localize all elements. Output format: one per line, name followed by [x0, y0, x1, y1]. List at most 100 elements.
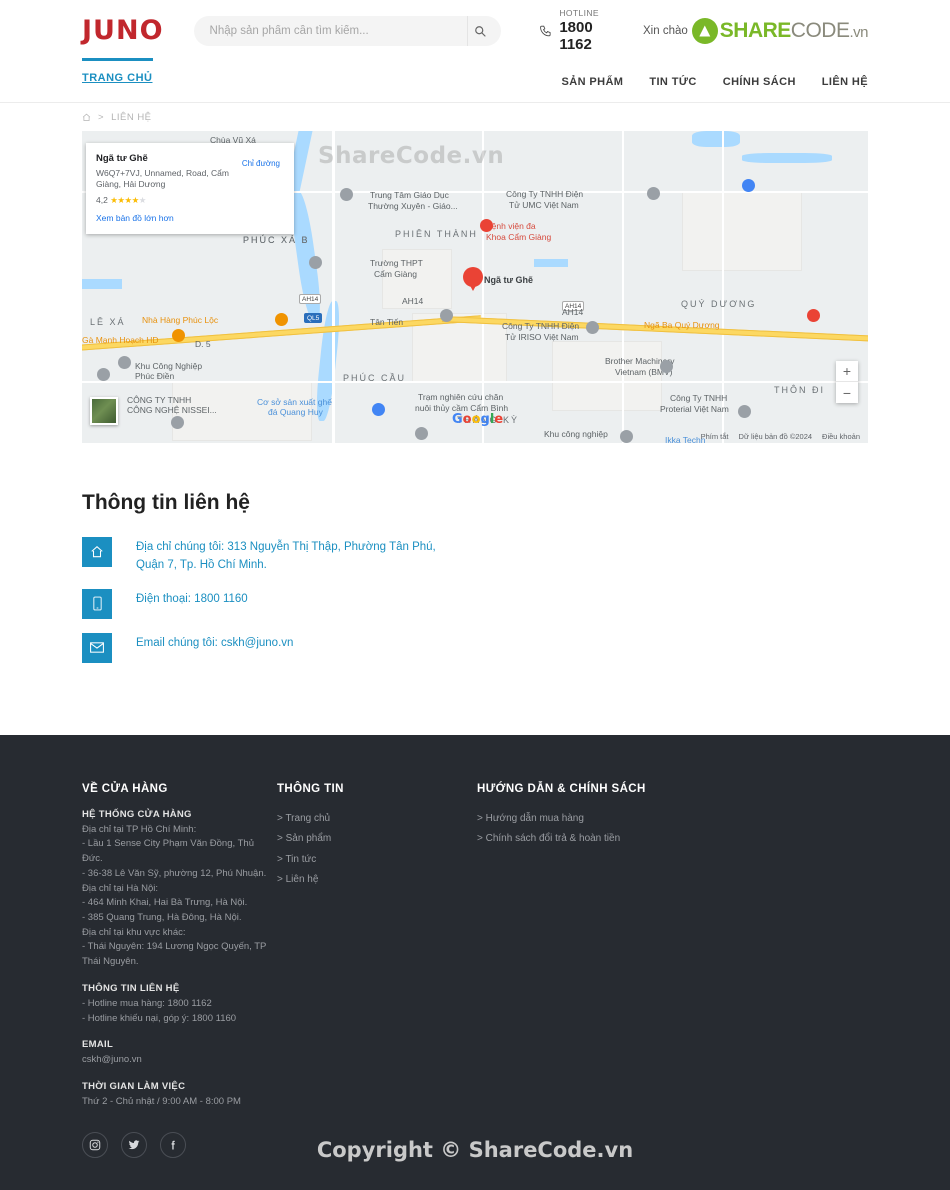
breadcrumb-home-link[interactable]	[82, 113, 91, 122]
home-icon	[91, 546, 103, 558]
footer-policy-link[interactable]: > Chính sách đổi trả & hoàn tiền	[477, 829, 797, 850]
map-water	[692, 131, 740, 147]
map-marker-hospital[interactable]	[480, 219, 493, 232]
footer-column-about: VỀ CỬA HÀNG HỆ THỐNG CỬA HÀNG Địa chỉ tạ…	[82, 783, 277, 1158]
map-route-shield: AH14	[299, 294, 322, 304]
map-marker[interactable]	[440, 309, 453, 322]
map-marker[interactable]	[586, 321, 599, 334]
view-larger-map-link[interactable]: Xem bản đồ lớn hơn	[96, 213, 174, 223]
contact-address-icon-box	[82, 537, 112, 567]
map-marker[interactable]	[738, 405, 751, 418]
footer-policy-link[interactable]: > Hướng dẫn mua hàng	[477, 809, 797, 830]
sharecode-badge-icon	[691, 17, 718, 44]
footer-column-policy: HƯỚNG DẪN & CHÍNH SÁCH > Hướng dẫn mua h…	[477, 783, 797, 1158]
map-label: Công Ty TNHH Điện	[502, 321, 580, 331]
footer-store-system-heading: HỆ THỐNG CỬA HÀNG	[82, 808, 192, 820]
map-marker[interactable]	[118, 356, 131, 369]
footer-store-lines: Địa chỉ tại TP Hồ Chí Minh: - Lầu 1 Sense…	[82, 823, 277, 970]
search-input[interactable]	[193, 15, 501, 46]
nav-item-san-pham[interactable]: SẢN PHẨM	[561, 76, 623, 88]
zoom-out-button[interactable]: −	[836, 382, 858, 403]
footer-store-line: - Thái Nguyên: 194 Lương Ngọc Quyến, TP …	[82, 941, 267, 968]
google-map[interactable]: QL5 AH14 AH14 Chùa Vũ Xá PHÚC XÁ B LÊ XÁ Nh…	[82, 131, 868, 443]
map-label: đá Quang Huy	[268, 407, 323, 417]
map-terms-link[interactable]: Điều khoản	[822, 432, 860, 441]
hotline-block[interactable]: HOTLINE 1800 1162	[539, 8, 615, 53]
directions-button[interactable]: Chỉ đường	[242, 157, 280, 168]
footer-info-heading: THÔNG TIN	[277, 782, 344, 795]
breadcrumb: > LIÊN HỆ	[82, 103, 868, 131]
footer-store-line: - Lầu 1 Sense City Phạm Văn Đồng, Thủ Đứ…	[82, 838, 254, 865]
map-marker[interactable]	[340, 188, 353, 201]
nav-item-tin-tuc[interactable]: TIN TỨC	[649, 76, 696, 88]
search-button[interactable]	[466, 15, 493, 46]
map-label: Khu Công Nghiệp	[135, 361, 203, 371]
footer-column-info: THÔNG TIN > Trang chủ > Sản phẩm > Tin tức…	[277, 783, 477, 1158]
map-road	[622, 131, 624, 443]
map-label: CÔNG NGHỆ NISSEI...	[127, 405, 217, 415]
map-marker-restaurant[interactable]	[172, 329, 185, 342]
map-marker[interactable]	[309, 256, 322, 269]
footer-contact-heading: THÔNG TIN LIÊN HỆ	[82, 982, 180, 994]
sharecode-share-text: SHARE	[719, 19, 792, 43]
map-label: Proterial Việt Nam	[660, 404, 729, 414]
map-label: QUÝ DƯƠNG	[681, 299, 757, 309]
footer-store-line: - 36-38 Lê Văn Sỹ, phường 12, Phú Nhuận.	[82, 867, 267, 879]
map-marker[interactable]	[660, 360, 673, 373]
twitter-icon	[128, 1140, 140, 1149]
map-label: AH14	[402, 296, 424, 306]
instagram-link[interactable]	[82, 1131, 108, 1158]
map-marker-restaurant[interactable]	[275, 313, 288, 326]
search-icon	[475, 26, 486, 37]
map-marker-store[interactable]	[372, 403, 385, 416]
map-marker-selected[interactable]	[463, 267, 483, 291]
footer-contact-lines: - Hotline mua hàng: 1800 1162 - Hotline k…	[82, 997, 277, 1026]
page-root: JUNO HOTLINE 1800 1162 Xin chào	[0, 0, 950, 1190]
nav-item-chinh-sach[interactable]: CHÍNH SÁCH	[723, 76, 796, 88]
breadcrumb-current: LIÊN HỆ	[111, 111, 152, 123]
map-label: Bệnh viện đa	[486, 221, 536, 231]
footer-info-link[interactable]: > Sản phẩm	[277, 829, 477, 850]
facebook-link[interactable]	[160, 1131, 186, 1158]
map-marker[interactable]	[647, 187, 660, 200]
map-label: Khoa Cẩm Giàng	[486, 232, 552, 242]
search-box[interactable]	[193, 15, 501, 46]
map-label: PHÚC CẦU	[343, 373, 407, 383]
footer-info-link[interactable]: > Tin tức	[277, 850, 477, 871]
map-marker-shop[interactable]	[807, 309, 820, 322]
keyboard-shortcuts-link[interactable]: Phím tắt	[701, 432, 729, 441]
site-logo[interactable]: JUNO	[82, 17, 164, 44]
map-road	[82, 381, 868, 383]
sharecode-watermark: SHARECODE.vn	[691, 17, 868, 44]
map-marker[interactable]	[171, 416, 184, 429]
satellite-thumbnail[interactable]	[90, 397, 118, 425]
map-zoom-controls[interactable]: + −	[836, 361, 858, 403]
rating-value: 4,2	[96, 194, 108, 205]
breadcrumb-bar: > LIÊN HỆ	[82, 103, 868, 131]
zoom-in-button[interactable]: +	[836, 361, 858, 382]
map-water	[742, 153, 832, 163]
map-label: CÔNG TY TNHH	[127, 395, 192, 405]
map-marker-store[interactable]	[742, 179, 755, 192]
map-marker[interactable]	[97, 368, 110, 381]
footer-about-heading: VỀ CỬA HÀNG	[82, 782, 168, 795]
map-road	[332, 131, 335, 443]
map-label: AH14	[562, 307, 584, 317]
map-label: Tân Tiến	[370, 317, 404, 327]
info-card-address: W6Q7+7VJ, Unnamed, Road, Cẩm Giàng, Hải …	[96, 168, 229, 190]
phone-icon	[539, 25, 551, 37]
footer-contact-line: - Hotline mua hàng: 1800 1162	[82, 997, 212, 1009]
footer-info-link[interactable]: > Liên hệ	[277, 870, 477, 891]
footer-email-heading: EMAIL	[82, 1039, 114, 1051]
nav-item-lien-he[interactable]: LIÊN HỆ	[822, 76, 868, 88]
contact-row-email: Email chúng tôi: cskh@juno.vn	[82, 632, 868, 663]
map-info-card[interactable]: Ngã tư Ghẽ W6Q7+7VJ, Unnamed, Road, Cẩm …	[86, 143, 294, 234]
map-label: LÊ XÁ	[90, 317, 126, 327]
twitter-link[interactable]	[121, 1131, 147, 1158]
footer-contact-line: - Hotline khiếu nại, góp ý: 1800 1160	[82, 1012, 237, 1024]
footer-info-link[interactable]: > Trang chủ	[277, 809, 477, 830]
map-label: Phúc Điền	[135, 371, 175, 381]
map-label: Tử UMC Việt Nam	[509, 200, 579, 210]
nav-item-home[interactable]: TRANG CHỦ	[82, 57, 153, 93]
footer-store-line: Địa chỉ tại TP Hồ Chí Minh:	[82, 823, 197, 835]
